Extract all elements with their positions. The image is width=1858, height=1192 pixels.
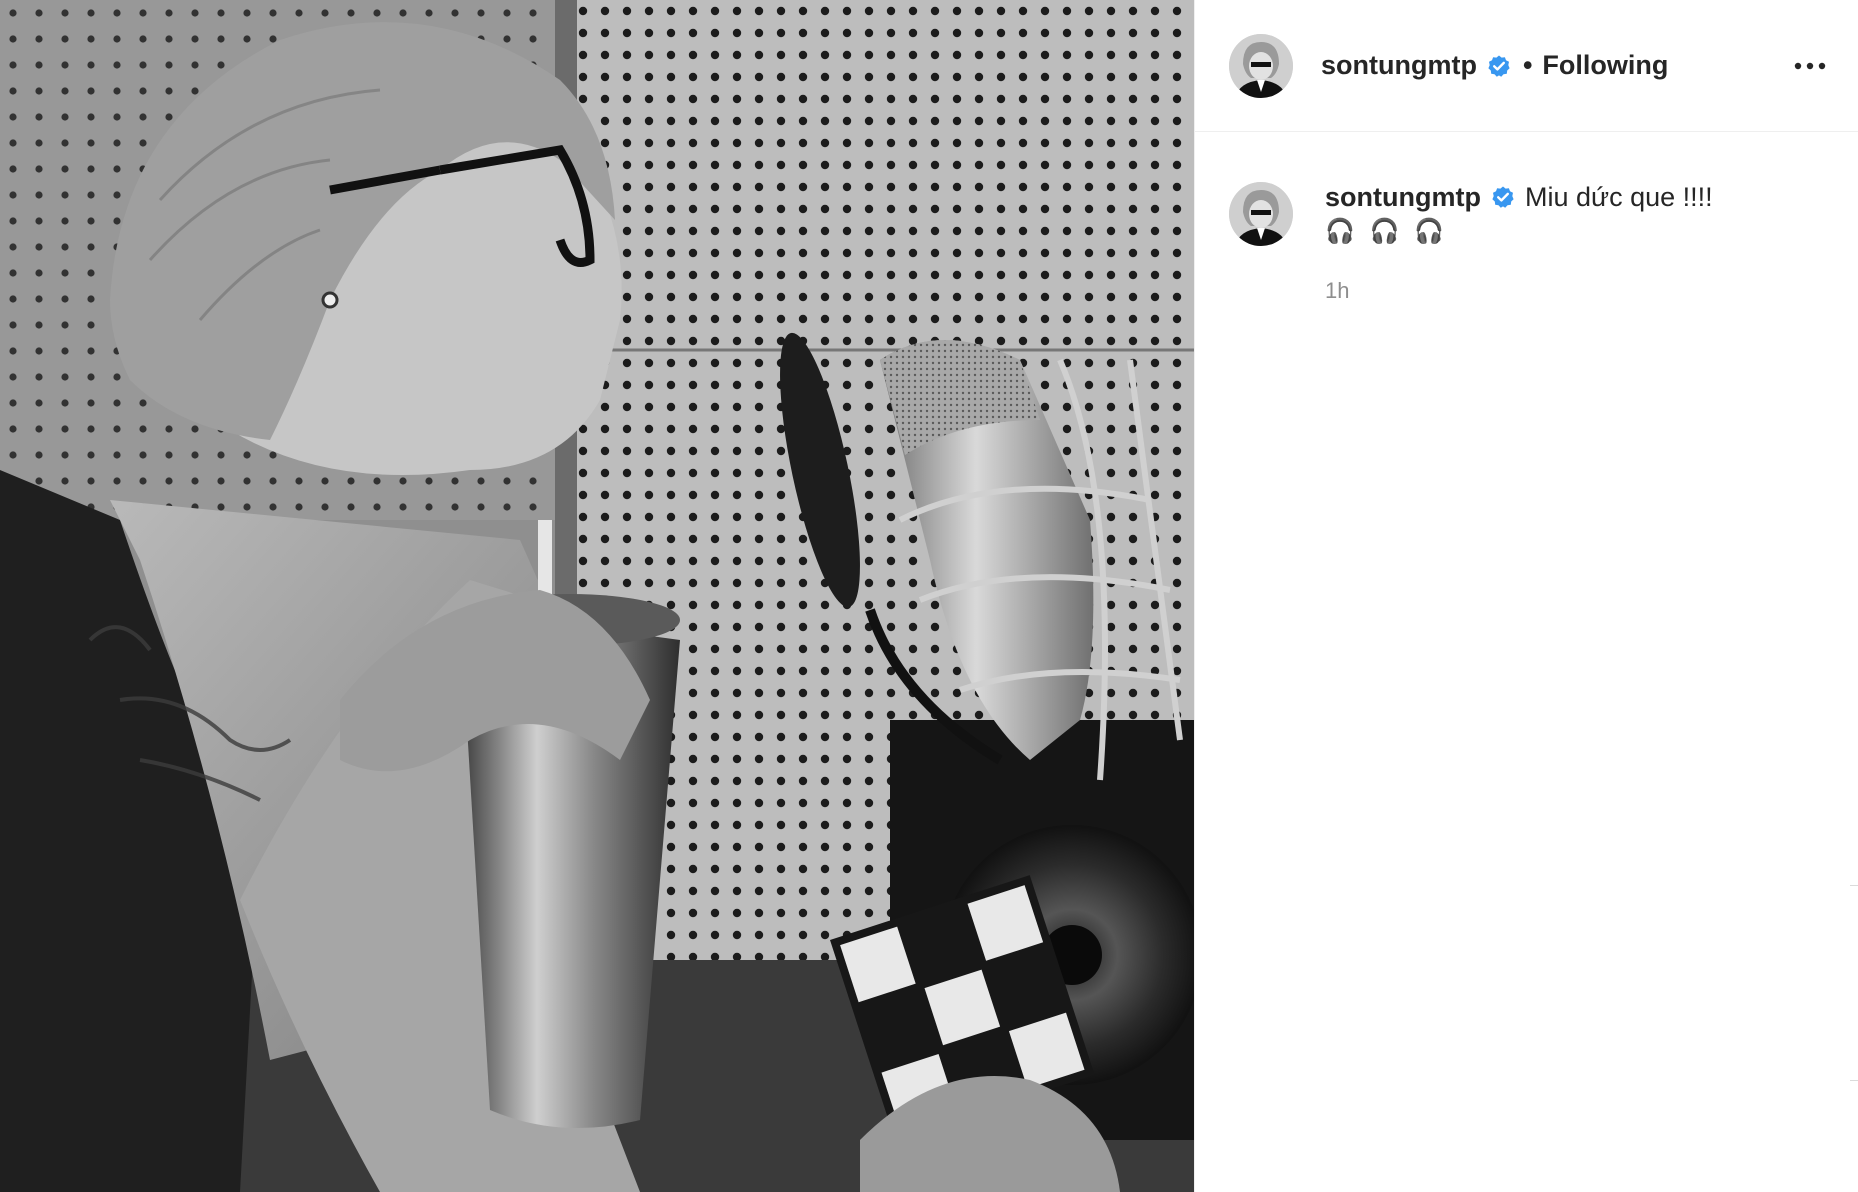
more-options-button[interactable] (1788, 44, 1832, 88)
comments-section: sontungmtp Miu dức que !!!! 🎧 🎧 🎧 1h (1195, 132, 1858, 304)
post-side-panel: sontungmtp • Following sontungmtp Miu dứ… (1194, 0, 1858, 1192)
caption-emojis: 🎧 🎧 🎧 (1325, 218, 1448, 245)
more-horizontal-icon (1794, 62, 1826, 69)
post-header: sontungmtp • Following (1195, 0, 1858, 132)
verified-badge-icon (1491, 185, 1515, 209)
caption-avatar[interactable] (1229, 182, 1293, 246)
post-photo[interactable] (0, 0, 1194, 1192)
following-button[interactable]: Following (1542, 50, 1668, 81)
verified-badge-icon (1487, 54, 1511, 78)
caption-username[interactable]: sontungmtp (1325, 180, 1481, 214)
post-photo-image (0, 0, 1194, 1192)
author-username[interactable]: sontungmtp (1321, 50, 1477, 81)
caption-text: Miu dức que !!!! (1524, 182, 1713, 212)
profile-avatar-icon (1229, 182, 1293, 246)
author-avatar[interactable] (1229, 33, 1293, 98)
caption-comment: sontungmtp Miu dức que !!!! 🎧 🎧 🎧 1h (1229, 180, 1824, 304)
caption-timestamp[interactable]: 1h (1325, 278, 1713, 304)
header-separator: • (1522, 50, 1533, 80)
divider (1850, 1080, 1858, 1081)
profile-avatar-icon (1229, 33, 1293, 98)
divider (1850, 885, 1858, 886)
